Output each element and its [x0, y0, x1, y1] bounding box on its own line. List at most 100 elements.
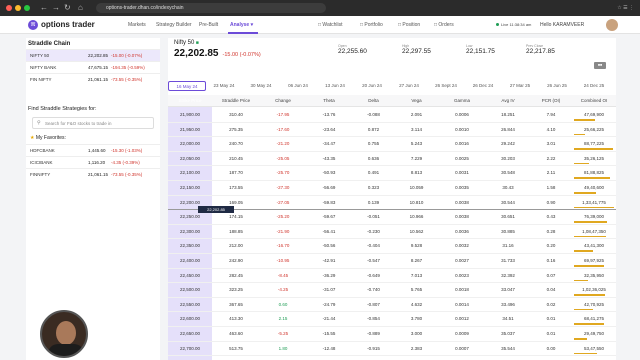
table-cell: 0.139	[367, 199, 380, 205]
browser-extensions-icon[interactable]: ☆ ☰ ⋮	[617, 3, 634, 13]
expiry-tab[interactable]: 13 Jun 24	[316, 81, 354, 91]
search-icon: ⚲	[37, 120, 41, 126]
expiry-tab[interactable]: 23 May 24	[205, 81, 243, 91]
close-window-icon[interactable]	[6, 5, 12, 11]
table-row[interactable]: 22,100.00 187.70 -25.70 -50.93 0.491 8.813 0.0…	[168, 166, 616, 181]
table-row[interactable]: 22,600.00 413.30 2.15 -21.44 -0.854 3.780 0.00…	[168, 312, 616, 327]
table-cell: 32.392	[501, 272, 515, 278]
table-cell: 0.0038	[455, 199, 469, 205]
nav-portfolio[interactable]: □ Portfolio	[360, 21, 383, 29]
nav-orders-label: Orders	[438, 22, 454, 28]
avatar[interactable]	[606, 19, 618, 31]
nav-analyse[interactable]: Analyse ▾	[230, 21, 253, 29]
chain-change: -73.55 (-0.35%)	[111, 77, 143, 82]
table-cell: 33.496	[501, 301, 515, 307]
expiry-tab[interactable]: 20 Jun 24	[353, 81, 391, 91]
table-cell: 0.0027	[455, 258, 469, 263]
nav-pre-built[interactable]: Pre-Built	[199, 21, 218, 29]
expiry-tab[interactable]: 30 May 24	[242, 81, 280, 91]
table-cell: 4.10	[546, 126, 556, 132]
table-cell: 0.0012	[455, 316, 469, 322]
table-row[interactable]: 22,500.00 323.25 -4.25 -31.07 -0.740 5.765 0.0…	[168, 283, 616, 298]
nav-strategy-builder[interactable]: Strategy Builder	[156, 21, 192, 29]
table-cell: 1.80	[278, 345, 288, 351]
nav-watchlist[interactable]: □ Watchlist	[318, 21, 343, 29]
chain-item[interactable]: FIN NIFTY 21,061.15 -73.55 (-0.35%)	[26, 73, 160, 85]
table-cell: 0.02	[546, 301, 556, 307]
table-row[interactable]: 22,650.00 463.60 -5.25 -15.55 -0.889 3.000 0.0…	[168, 327, 616, 342]
table-cell: 188.85	[229, 228, 243, 234]
fno-search-input[interactable]: ⚲ Search for F&O stocks to trade in	[32, 117, 154, 129]
table-cell: -25.70	[276, 170, 290, 176]
table-cell: 7.229	[410, 155, 423, 161]
favorite-value: 21,061.15	[88, 172, 109, 177]
minimize-window-icon[interactable]	[15, 5, 21, 11]
table-cell: -31.07	[322, 287, 336, 293]
column-header[interactable]: Straddle Price	[212, 95, 260, 107]
reload-icon[interactable]: ↻	[64, 3, 71, 13]
home-icon[interactable]: ⌂	[78, 3, 83, 13]
chain-value: 21,061.15	[88, 77, 109, 82]
back-icon[interactable]: ←	[40, 3, 48, 13]
table-row[interactable]: 21,900.00 310.40 -17.95 -13.76 -0.088 2.091 0.…	[168, 108, 616, 123]
chain-item[interactable]: NIFTY BANK 47,675.15 -194.35 (-0.59%)	[26, 61, 160, 73]
column-header[interactable]: Delta	[352, 95, 395, 107]
chart-toggle-icon[interactable]: ■■	[594, 62, 606, 69]
table-row[interactable]: 22,550.00 367.65 0.60 -24.79 -0.807 4.632 0.00…	[168, 298, 616, 313]
straddle-chain-list: NIFTY 50 22,202.85 -15.00 (-0.07%) NIFTY BA…	[26, 49, 160, 85]
nav-position[interactable]: □ Position	[398, 21, 420, 29]
address-bar[interactable]: options-trader.dhan.co/indexychain	[96, 3, 326, 13]
expiry-tab[interactable]: 27 Jun 24	[390, 81, 428, 91]
table-row[interactable]: 22,250.00 174.15 -25.20 -59.67 -0.051 10.966 0…	[168, 210, 616, 225]
ltp-value: 22,202.85	[174, 48, 219, 59]
combined-oi-bar	[574, 323, 604, 325]
expiry-tab[interactable]: 26 Dec 24	[464, 81, 502, 91]
table-row[interactable]: 21,950.00 275.35 -17.60 -23.64 0.872 3.114 0.0…	[168, 123, 616, 138]
expiry-tab[interactable]: 16 May 24	[168, 81, 206, 91]
table-row[interactable]: 22,450.00 282.45 -8.45 -36.29 -0.649 7.013 0.0…	[168, 269, 616, 284]
column-header[interactable]: Combined OI	[572, 95, 616, 107]
column-header[interactable]: Theta	[306, 95, 352, 107]
table-row[interactable]: 22,200.00 169.05 -27.05 -59.83 0.139 10.810 0.…	[168, 196, 616, 211]
expiry-tab[interactable]: 06 Jun 24	[279, 81, 317, 91]
live-dot-icon	[496, 23, 499, 26]
table-row[interactable]: 22,000.00 240.70 -21.20 -34.47 0.755 5.243 0.0…	[168, 137, 616, 152]
table-cell: 0.0038	[455, 214, 469, 220]
table-cell: 275.35	[229, 126, 243, 132]
app-name[interactable]: options trader	[41, 19, 95, 30]
favorite-item[interactable]: FINNIFTY 21,061.15 -73.55 (-0.35%)	[26, 168, 160, 180]
table-cell: -56.69	[322, 185, 336, 190]
column-header[interactable]: Strike Price	[168, 95, 212, 107]
table-cell: 22,450.00	[179, 272, 201, 278]
combined-oi-bar	[574, 265, 605, 267]
expiry-tab[interactable]: 27 Mar 25	[501, 81, 539, 91]
column-header[interactable]: Avg IV	[486, 95, 530, 107]
app-window: π options trader Markets Strategy Builde…	[0, 16, 640, 360]
nav-orders[interactable]: □ Orders	[434, 21, 454, 29]
table-row[interactable]: 22,400.00 242.90 -10.95 -42.91 -0.547 8.267 0.…	[168, 254, 616, 269]
user-greeting[interactable]: Hello KARAMVEER	[540, 21, 584, 29]
table-row[interactable]: 22,350.00 212.00 -16.70 -50.56 -0.404 9.528 0.…	[168, 239, 616, 254]
column-header[interactable]: Vega	[395, 95, 438, 107]
column-header[interactable]: Gamma	[438, 95, 486, 107]
table-row[interactable]: 22,150.00 173.55 -27.30 -56.69 0.323 10.059 0.…	[168, 181, 616, 196]
expiry-tab[interactable]: 26 Jun 25	[538, 81, 576, 91]
expiry-tab[interactable]: 24 Dec 25	[575, 81, 613, 91]
column-header[interactable]: PCR (OI)	[530, 95, 572, 107]
table-cell: -27.30	[276, 185, 290, 190]
table-row[interactable]: 22,700.00 513.75 1.80 -12.48 -0.915 2.383 0.00…	[168, 342, 616, 357]
table-cell: 0.0009	[455, 331, 469, 336]
forward-icon[interactable]: →	[52, 3, 60, 13]
table-cell: 22,650.00	[179, 331, 201, 336]
favorite-item[interactable]: ICICIBANK 1,116.20 -4.35 (-0.39%)	[26, 156, 160, 168]
column-header[interactable]: Change	[260, 95, 306, 107]
presenter-face	[56, 321, 76, 345]
table-cell: -8.45	[277, 272, 289, 278]
nav-markets[interactable]: Markets	[128, 21, 146, 29]
table-row[interactable]: 22,300.00 188.85 -21.90 -56.41 -0.230 10.562 0…	[168, 225, 616, 240]
favorite-item[interactable]: HDFCBANK 1,445.60 -15.30 (-1.03%)	[26, 144, 160, 156]
expiry-tab[interactable]: 26 Sept 24	[427, 81, 465, 91]
table-row[interactable]: 22,050.00 210.45 -25.05 -43.35 0.636 7.229 0.0…	[168, 152, 616, 167]
zoom-window-icon[interactable]	[24, 5, 30, 11]
chain-item[interactable]: NIFTY 50 22,202.85 -15.00 (-0.07%)	[26, 49, 160, 61]
